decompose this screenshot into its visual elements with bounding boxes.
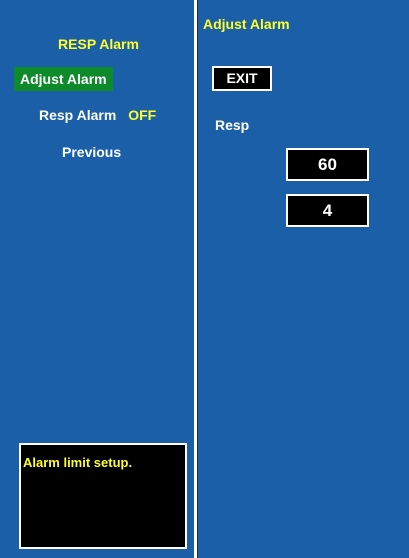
resp-alarm-menu-panel: RESP Alarm Adjust Alarm Resp Alarm OFF P… <box>0 0 197 558</box>
menu-item-label: Previous <box>62 144 122 160</box>
panel-title: Adjust Alarm <box>203 16 290 32</box>
resp-low-limit-field[interactable]: 4 <box>286 194 369 227</box>
menu-item-resp-alarm[interactable]: Resp Alarm OFF <box>39 103 156 127</box>
menu-item-previous[interactable]: Previous <box>62 140 121 164</box>
help-text-box: Alarm limit setup. <box>19 443 187 549</box>
exit-button[interactable]: EXIT <box>212 66 272 91</box>
menu-title: RESP Alarm <box>58 36 139 52</box>
menu-item-adjust-alarm[interactable]: Adjust Alarm <box>14 67 113 91</box>
menu-item-label: Resp Alarm <box>39 107 117 123</box>
resp-label: Resp <box>215 117 250 133</box>
help-text: Alarm limit setup. <box>23 455 133 470</box>
resp-alarm-status: OFF <box>128 107 157 123</box>
resp-high-limit-field[interactable]: 60 <box>286 148 369 181</box>
menu-item-label: Adjust Alarm <box>20 71 107 87</box>
adjust-alarm-panel: Adjust Alarm EXIT Resp 60 4 <box>197 0 409 558</box>
